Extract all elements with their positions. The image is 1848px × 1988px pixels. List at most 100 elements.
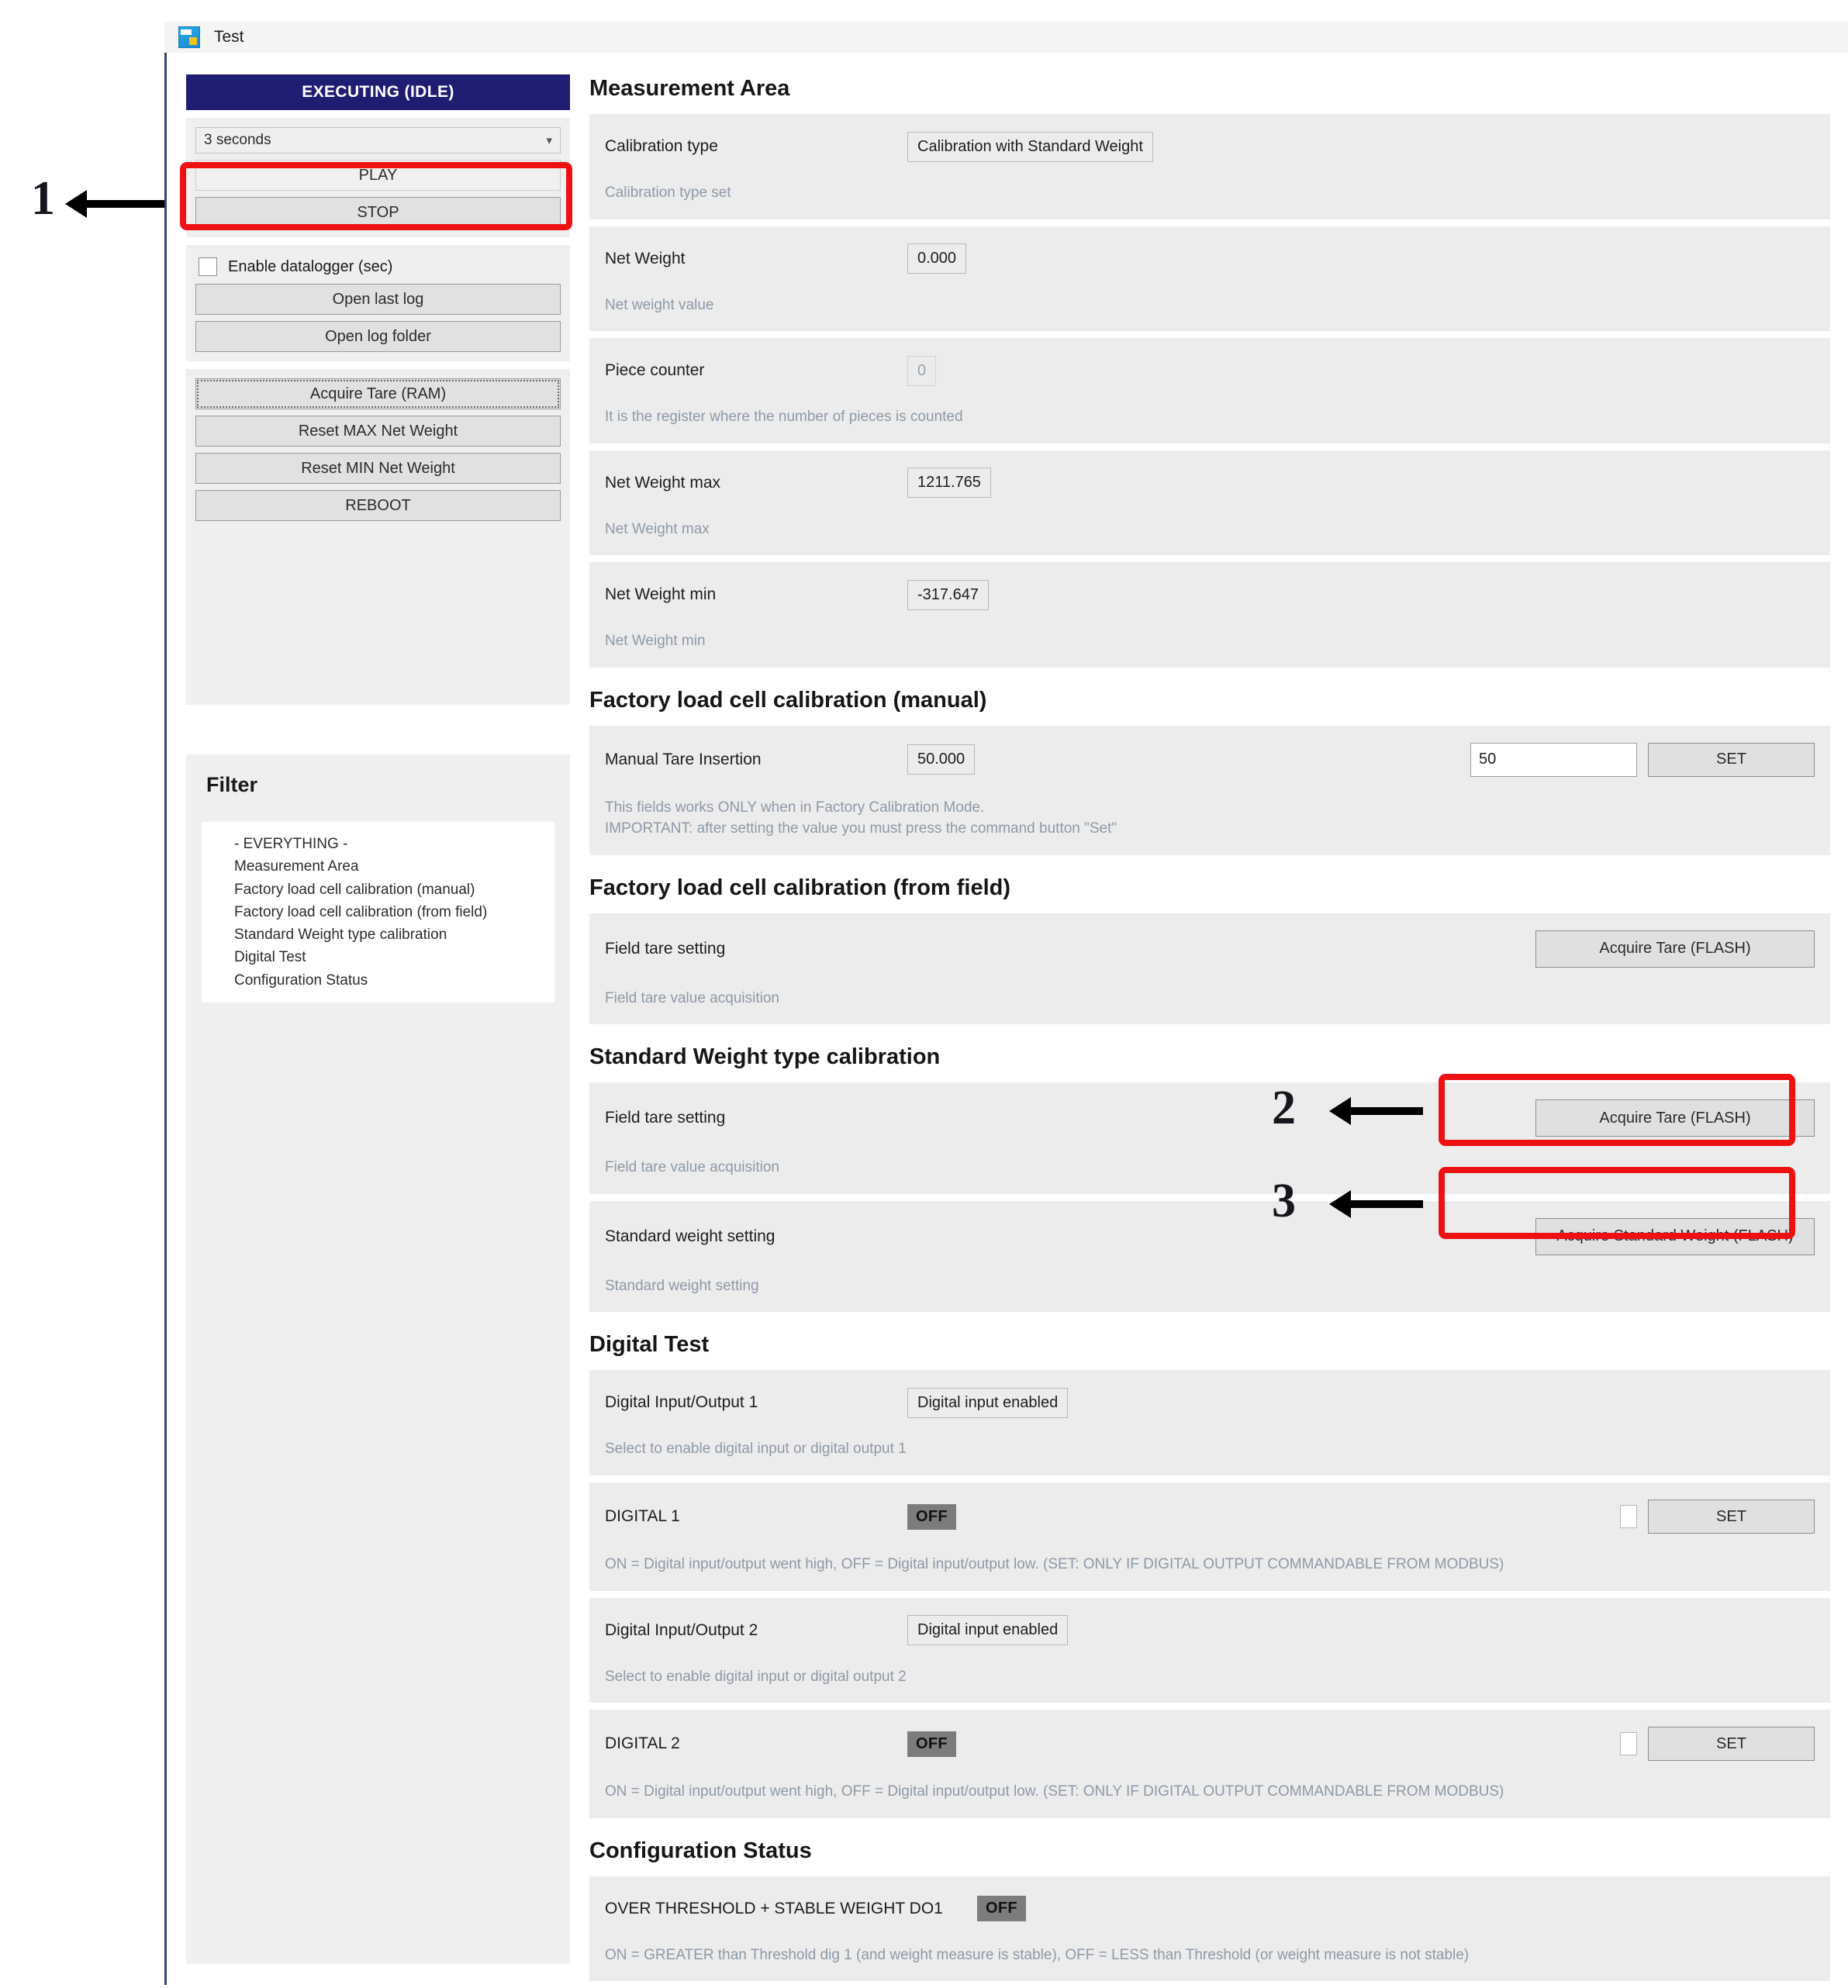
filter-item-measurement-area[interactable]: Measurement Area xyxy=(202,855,554,878)
digital-1-state-badge: OFF xyxy=(907,1503,956,1530)
window-content: EXECUTING (IDLE) 3 seconds ▾ PLAY STOP E… xyxy=(167,53,1848,1985)
acquire-tare-flash-button-factory[interactable]: Acquire Tare (FLASH) xyxy=(1535,930,1815,968)
section-title-factory-field: Factory load cell calibration (from fiel… xyxy=(589,875,1011,900)
run-control-group: 3 seconds ▾ PLAY STOP xyxy=(186,118,570,237)
section-title-configuration-status: Configuration Status xyxy=(589,1838,812,1863)
app-window: Test EXECUTING (IDLE) 3 seconds ▾ PLAY S… xyxy=(164,22,1848,1985)
row-digital-2: DIGITAL 2 OFF SET ON = Digital input/out… xyxy=(589,1710,1830,1818)
row-field-tare-setting-standard: Field tare setting Acquire Tare (FLASH) … xyxy=(589,1082,1830,1194)
annotation-number-1: 1 xyxy=(31,172,55,225)
row-digital-io-1: Digital Input/Output 1 Digital input ena… xyxy=(589,1370,1830,1476)
row-over-threshold-do1: OVER THRESHOLD + STABLE WEIGHT DO1 OFF O… xyxy=(589,1876,1830,1982)
filter-item-factory-field[interactable]: Factory load cell calibration (from fiel… xyxy=(202,901,554,923)
play-button[interactable]: PLAY xyxy=(195,160,561,191)
annotation-number-3: 3 xyxy=(1272,1175,1296,1227)
row-label: Standard weight setting xyxy=(605,1227,775,1245)
filter-panel: Filter - EVERYTHING - Measurement Area F… xyxy=(186,754,570,1964)
row-description: Select to enable digital input or digita… xyxy=(605,1668,907,1685)
row-description: Field tare value acquisition xyxy=(605,1159,779,1176)
commands-group: Acquire Tare (RAM) Reset MAX Net Weight … xyxy=(186,369,570,705)
acquire-standard-weight-flash-button[interactable]: Acquire Standard Weight (FLASH) xyxy=(1535,1217,1815,1255)
reset-min-net-weight-button[interactable]: Reset MIN Net Weight xyxy=(195,453,561,484)
row-description: It is the register where the number of p… xyxy=(605,409,963,426)
row-description: ON = Digital input/output went high, OFF… xyxy=(605,1556,1504,1573)
filter-item-everything[interactable]: - EVERYTHING - xyxy=(202,833,554,855)
row-description: Net Weight max xyxy=(605,520,710,537)
row-description: ON = GREATER than Threshold dig 1 (and w… xyxy=(605,1946,1470,1963)
reboot-button[interactable]: REBOOT xyxy=(195,490,561,521)
row-standard-weight-setting: Standard weight setting Acquire Standard… xyxy=(589,1200,1830,1313)
filter-title: Filter xyxy=(206,773,258,796)
reset-max-net-weight-button[interactable]: Reset MAX Net Weight xyxy=(195,416,561,447)
over-threshold-do1-state-badge: OFF xyxy=(977,1896,1026,1922)
annotation-arrow-2 xyxy=(1329,1097,1423,1125)
interval-select-value: 3 seconds xyxy=(204,132,271,148)
stop-button[interactable]: STOP xyxy=(195,197,561,228)
main-settings-panel: Measurement Area Calibration type Calibr… xyxy=(589,76,1830,1988)
net-weight-max-value: 1211.765 xyxy=(907,468,991,499)
row-description: Net weight value xyxy=(605,296,714,313)
row-label: Digital Input/Output 1 xyxy=(605,1393,758,1412)
left-control-panel: EXECUTING (IDLE) 3 seconds ▾ PLAY STOP E… xyxy=(186,74,570,705)
enable-datalogger-row[interactable]: Enable datalogger (sec) xyxy=(199,257,561,276)
row-label: Manual Tare Insertion xyxy=(605,750,762,768)
row-description: ON = Digital input/output went high, OFF… xyxy=(605,1783,1504,1800)
interval-select[interactable]: 3 seconds ▾ xyxy=(195,127,561,154)
row-manual-tare-insertion: Manual Tare Insertion 50.000 50 SET This… xyxy=(589,725,1830,855)
calibration-type-value: Calibration with Standard Weight xyxy=(907,131,1153,162)
manual-tare-input[interactable]: 50 xyxy=(1470,742,1637,777)
row-label: DIGITAL 2 xyxy=(605,1734,680,1753)
manual-tare-set-button[interactable]: SET xyxy=(1648,742,1815,777)
filter-item-digital-test[interactable]: Digital Test xyxy=(202,946,554,968)
digital-io-2-value: Digital input enabled xyxy=(907,1615,1069,1646)
manual-tare-value: 50.000 xyxy=(907,744,976,775)
row-label: Digital Input/Output 2 xyxy=(605,1620,758,1639)
open-log-folder-button[interactable]: Open log folder xyxy=(195,321,561,352)
open-last-log-button[interactable]: Open last log xyxy=(195,284,561,315)
filter-item-factory-manual[interactable]: Factory load cell calibration (manual) xyxy=(202,878,554,901)
row-label: Net Weight xyxy=(605,249,686,267)
acquire-tare-flash-button-standard[interactable]: Acquire Tare (FLASH) xyxy=(1535,1099,1815,1137)
row-label: Net Weight max xyxy=(605,473,720,492)
row-net-weight: Net Weight 0.000 Net weight value xyxy=(589,226,1830,332)
filter-item-standard-weight[interactable]: Standard Weight type calibration xyxy=(202,923,554,946)
row-description: This fields works ONLY when in Factory C… xyxy=(605,797,1815,840)
status-banner: EXECUTING (IDLE) xyxy=(186,74,570,110)
filter-list[interactable]: - EVERYTHING - Measurement Area Factory … xyxy=(202,822,554,1003)
digital-2-state-badge: OFF xyxy=(907,1731,956,1757)
datalogger-group: Enable datalogger (sec) Open last log Op… xyxy=(186,245,570,361)
row-label: Calibration type xyxy=(605,137,718,155)
annotation-arrow-1 xyxy=(65,190,171,218)
row-description-line2: IMPORTANT: after setting the value you m… xyxy=(605,820,1117,837)
annotation-number-2: 2 xyxy=(1272,1082,1296,1134)
row-label: OVER THRESHOLD + STABLE WEIGHT DO1 xyxy=(605,1899,943,1917)
enable-datalogger-checkbox[interactable] xyxy=(199,257,217,276)
title-bar: Test xyxy=(164,22,1848,53)
row-label: Field tare setting xyxy=(605,939,726,958)
digital-1-checkbox[interactable] xyxy=(1620,1505,1637,1529)
row-description: Net Weight min xyxy=(605,633,706,650)
row-description-line1: This fields works ONLY when in Factory C… xyxy=(605,799,985,816)
row-net-weight-min: Net Weight min -317.647 Net Weight min xyxy=(589,562,1830,668)
chevron-down-icon: ▾ xyxy=(546,134,552,147)
net-weight-min-value: -317.647 xyxy=(907,579,989,610)
row-field-tare-setting-factory: Field tare setting Acquire Tare (FLASH) … xyxy=(589,913,1830,1025)
row-description: Field tare value acquisition xyxy=(605,989,779,1006)
digital-2-set-button[interactable]: SET xyxy=(1648,1727,1815,1762)
row-description: Select to enable digital input or digita… xyxy=(605,1441,907,1458)
piece-counter-value: 0 xyxy=(907,355,937,386)
digital-2-checkbox[interactable] xyxy=(1620,1732,1637,1756)
window-title: Test xyxy=(214,28,244,46)
digital-1-set-button[interactable]: SET xyxy=(1648,1500,1815,1534)
row-label: Net Weight min xyxy=(605,585,717,604)
row-label: Piece counter xyxy=(605,361,705,380)
filter-item-configuration[interactable]: Configuration Status xyxy=(202,969,554,992)
section-title-standard-weight: Standard Weight type calibration xyxy=(589,1044,941,1070)
row-digital-1: DIGITAL 1 OFF SET ON = Digital input/out… xyxy=(589,1482,1830,1591)
row-description: Calibration type set xyxy=(605,185,731,201)
row-digital-io-2: Digital Input/Output 2 Digital input ena… xyxy=(589,1597,1830,1703)
row-label: Field tare setting xyxy=(605,1109,726,1127)
acquire-tare-ram-button[interactable]: Acquire Tare (RAM) xyxy=(195,378,561,409)
row-piece-counter: Piece counter 0 It is the register where… xyxy=(589,338,1830,444)
section-title-factory-manual: Factory load cell calibration (manual) xyxy=(589,687,987,713)
